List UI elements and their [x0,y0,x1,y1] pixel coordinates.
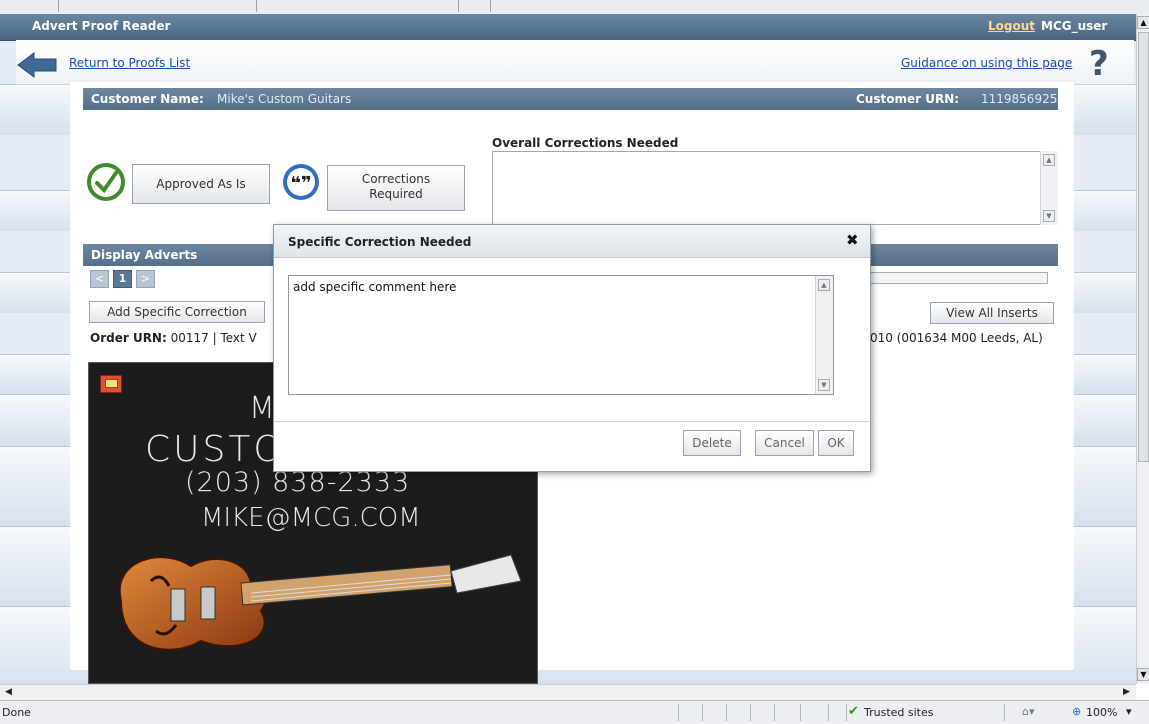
cancel-button[interactable]: Cancel [755,430,814,456]
zoom-dropdown-icon[interactable]: ▾ [1126,705,1132,718]
quote-bubble-icon: ❝❞ [283,164,319,200]
advert-email: MIKE@MCG.COM [201,503,421,533]
browser-tab-strip [0,0,1149,15]
scroll-up-icon[interactable]: ▲ [1043,154,1055,166]
protected-mode-icon[interactable]: ⌂▾ [1022,705,1035,718]
return-to-proofs-link[interactable]: Return to Proofs List [69,56,190,70]
svg-text:❝❞: ❝❞ [290,173,311,194]
guidance-link[interactable]: Guidance on using this page [901,56,1072,70]
status-segment [702,704,703,721]
logout-link[interactable]: Logout [988,19,1035,33]
specific-comment-text: add specific comment here [293,280,457,294]
advert-line1: M [249,391,275,426]
app-title-bar: Advert Proof Reader Logout MCG_user [0,14,1136,41]
order-urn-label: Order URN: [90,331,167,345]
status-segment [678,704,679,721]
status-segment [1004,704,1005,721]
advert-line2: CUSTO [145,429,285,470]
order-info-tail: 010 (001634 M00 Leeds, AL) [870,331,1043,345]
pager-page-button[interactable]: 1 [113,270,132,288]
status-segment [800,704,801,721]
scroll-up-icon[interactable]: ▲ [1137,16,1149,29]
browser-tab[interactable] [258,0,459,12]
browser-tab[interactable] [18,0,59,12]
status-segment [774,704,775,721]
display-adverts-title: Display Adverts [91,248,198,262]
overall-textarea-scrollbar[interactable]: ▲ ▼ [1040,151,1058,225]
zoom-icon[interactable]: ⊕ [1072,705,1081,718]
comment-textarea-scrollbar[interactable]: ▲ ▼ [815,276,833,394]
browser-tab[interactable] [60,0,257,12]
browser-tab[interactable] [460,0,491,12]
scroll-down-icon[interactable]: ▼ [1043,210,1055,222]
guitar-illustration [118,554,522,651]
corrections-label-line2: Required [369,187,423,201]
app-title: Advert Proof Reader [32,19,171,33]
zoom-text[interactable]: 100% [1086,706,1117,719]
pager-prev-button[interactable]: < [90,270,109,288]
help-icon[interactable]: ? [1089,44,1109,84]
ok-button[interactable]: OK [818,430,854,456]
order-info: Order URN: 00117 | Text V [90,331,257,345]
delete-button[interactable]: Delete [683,430,741,456]
customer-urn-value: 1119856925 [981,92,1058,106]
corrections-required-button[interactable]: Corrections Required [327,165,465,211]
customer-name-value: Mike's Custom Guitars [217,92,352,106]
check-circle-icon [87,163,125,201]
dialog-title: Specific Correction Needed [288,235,472,249]
trusted-check-icon: ✔ [848,704,859,719]
close-icon[interactable]: ✖ [846,231,859,249]
scroll-down-icon[interactable]: ▼ [1137,668,1149,681]
username-label: MCG_user [1041,19,1108,33]
insert-strip [870,272,1048,284]
status-segment [726,704,727,721]
specific-comment-textarea[interactable]: add specific comment here ▲ ▼ [288,275,834,395]
specific-correction-dialog: Specific Correction Needed ✖ add specifi… [273,224,871,472]
status-segment [750,704,751,721]
comment-icon[interactable] [100,375,122,393]
dialog-header: Specific Correction Needed ✖ [274,225,870,258]
overall-corrections-label: Overall Corrections Needed [492,136,679,150]
browser-status-bar: Done ✔ Trusted sites ⌂▾ ⊕ 100% ▾ [0,700,1149,724]
zone-text: Trusted sites [864,706,934,719]
status-segment [828,704,829,721]
status-text: Done [2,706,31,719]
customer-name-label: Customer Name: [91,92,204,106]
order-urn-value: 00117 | Text V [170,331,257,345]
page-horizontal-scrollbar[interactable]: ◀ ▶ [0,684,1136,700]
view-all-inserts-button[interactable]: View All Inserts [930,302,1054,324]
scroll-down-icon[interactable]: ▼ [818,379,830,391]
dialog-divider [274,421,870,422]
add-specific-correction-button[interactable]: Add Specific Correction [89,301,265,323]
back-arrow-icon[interactable] [16,51,60,79]
customer-urn-label: Customer URN: [856,92,960,106]
status-segment [846,704,847,721]
overall-corrections-textarea[interactable] [492,151,1058,225]
approved-as-is-button[interactable]: Approved As Is [132,164,270,204]
corrections-label-line1: Corrections [361,172,431,186]
scroll-right-icon[interactable]: ▶ [1120,686,1133,699]
customer-header: Customer Name: Mike's Custom Guitars Cus… [83,88,1058,110]
scroll-up-icon[interactable]: ▲ [818,279,830,291]
comment-bubble [105,379,118,388]
pager-next-button[interactable]: > [136,270,155,288]
scroll-thumb[interactable] [1138,32,1149,462]
page-vertical-scrollbar[interactable]: ▲ ▼ [1136,14,1149,684]
scroll-left-icon[interactable]: ◀ [2,686,15,699]
